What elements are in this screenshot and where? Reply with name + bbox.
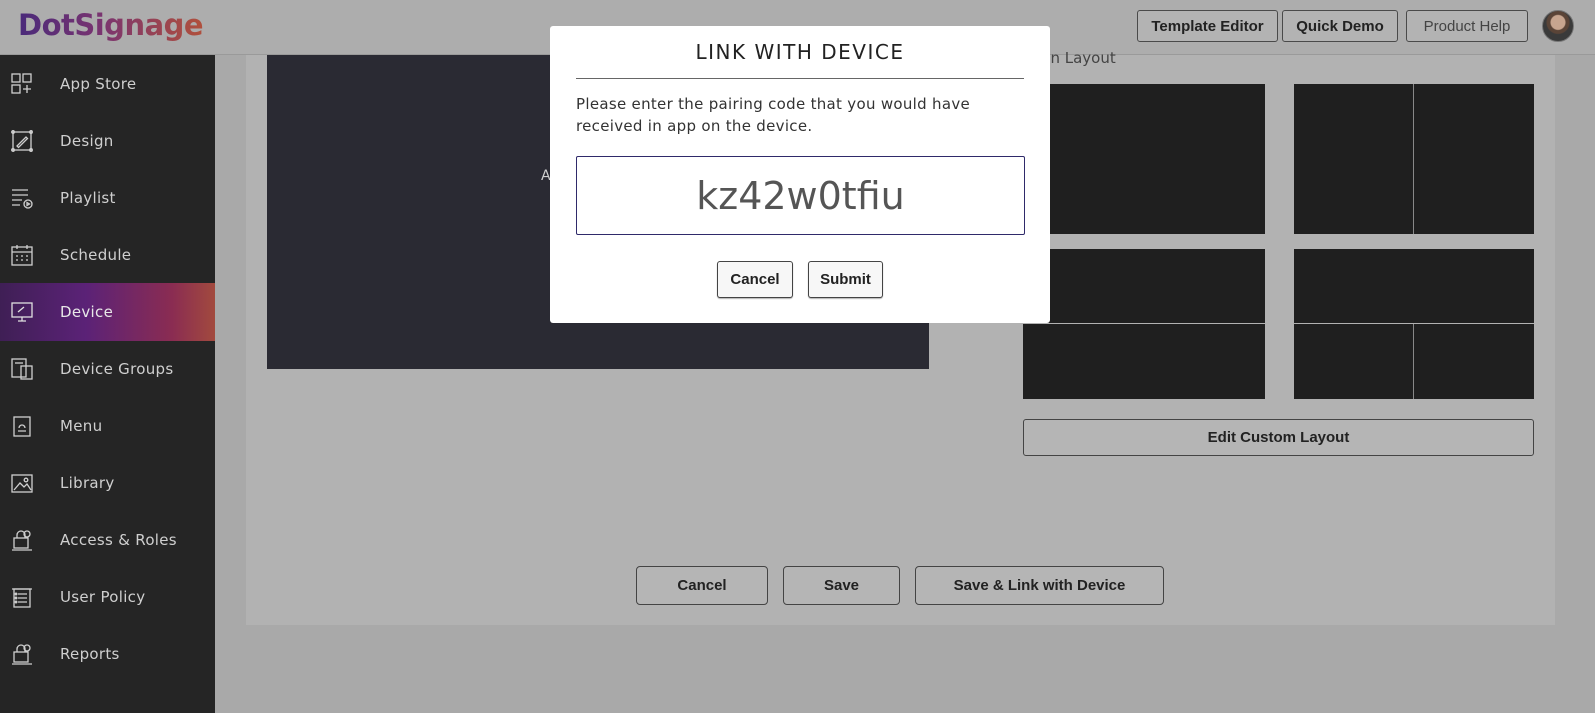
app-store-icon (11, 73, 32, 94)
sidebar-item-label: Reports (60, 645, 120, 663)
layout-option-three-bottom-left[interactable] (1294, 324, 1413, 399)
link-device-dialog: LINK WITH DEVICE Please enter the pairin… (550, 26, 1050, 323)
sidebar-item-user-policy[interactable]: User Policy (0, 568, 215, 626)
playlist-icon (12, 189, 33, 209)
schedule-icon (11, 245, 33, 266)
quick-demo-button[interactable]: Quick Demo (1282, 10, 1398, 42)
sidebar-item-device[interactable]: Device (0, 283, 215, 341)
brand-logo[interactable]: DotSignage (18, 8, 204, 42)
sidebar-item-access-roles[interactable]: Access & Roles (0, 511, 215, 569)
save-and-link-button[interactable]: Save & Link with Device (915, 566, 1164, 605)
sidebar-item-schedule[interactable]: Schedule (0, 226, 215, 284)
dialog-cancel-button[interactable]: Cancel (717, 261, 793, 298)
library-icon (11, 474, 33, 493)
save-button[interactable]: Save (783, 566, 900, 605)
sidebar-item-device-groups[interactable]: Device Groups (0, 340, 215, 398)
sidebar-item-design[interactable]: Design (0, 112, 215, 170)
edit-custom-layout-button[interactable]: Edit Custom Layout (1023, 419, 1534, 456)
layout-option-bottom-half[interactable] (1023, 324, 1265, 399)
sidebar-item-library[interactable]: Library (0, 454, 215, 512)
pairing-code-input[interactable] (576, 156, 1025, 235)
product-help-button[interactable]: Product Help (1406, 10, 1528, 42)
sidebar-item-label: Device Groups (60, 360, 174, 378)
cancel-button[interactable]: Cancel (636, 566, 768, 605)
menu-icon (13, 416, 31, 437)
layout-option-split-right[interactable] (1413, 84, 1534, 234)
user-avatar[interactable] (1542, 10, 1574, 42)
sidebar-item-reports[interactable]: Reports (0, 625, 215, 683)
access-roles-icon (12, 530, 32, 551)
sidebar-item-label: User Policy (60, 588, 146, 606)
sidebar-item-app-store[interactable]: App Store (0, 55, 215, 113)
dialog-submit-button[interactable]: Submit (808, 261, 883, 298)
device-groups-icon (11, 358, 33, 380)
reports-icon (12, 644, 32, 665)
dialog-title: LINK WITH DEVICE (695, 40, 905, 64)
sidebar-item-label: Access & Roles (60, 531, 177, 549)
sidebar-item-label: Library (60, 474, 115, 492)
sidebar-item-label: Schedule (60, 246, 132, 264)
sidebar-item-label: App Store (60, 75, 137, 93)
template-editor-button[interactable]: Template Editor (1137, 10, 1278, 42)
dialog-divider (576, 78, 1024, 79)
sidebar-item-label: Menu (60, 417, 103, 435)
layout-option-top-half[interactable] (1023, 249, 1265, 323)
monitor-icon (11, 302, 33, 322)
layout-option-split-left[interactable] (1294, 84, 1413, 234)
layout-option-three-bottom-right[interactable] (1413, 324, 1534, 399)
dialog-message: Please enter the pairing code that you w… (576, 95, 971, 135)
layout-option-three-top[interactable] (1294, 249, 1534, 323)
layout-option-full[interactable] (1023, 84, 1265, 234)
sidebar-item-playlist[interactable]: Playlist (0, 169, 215, 227)
sidebar-item-menu[interactable]: Menu (0, 397, 215, 455)
design-icon (11, 130, 33, 152)
sidebar-item-label: Device (60, 303, 114, 321)
sidebar: App Store Design Playlist Schedule Devic… (0, 55, 215, 713)
sidebar-item-label: Design (60, 132, 114, 150)
user-policy-icon (12, 588, 32, 608)
sidebar-item-label: Playlist (60, 189, 116, 207)
